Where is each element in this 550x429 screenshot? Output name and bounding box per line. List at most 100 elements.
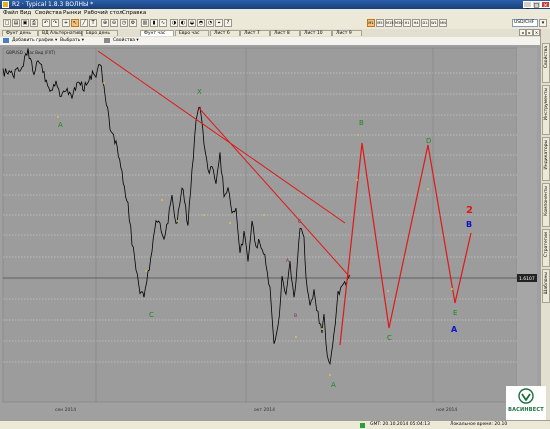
title-bar: R2 · Typical 1.8.3 ВОЛНЫ * _ □ ×: [0, 0, 550, 9]
timeframe-button-m5[interactable]: M5: [376, 19, 384, 27]
cursor-icon[interactable]: ⌖: [215, 19, 223, 27]
text-icon[interactable]: T: [89, 19, 97, 27]
bar-chart-icon[interactable]: ▥: [141, 19, 149, 27]
timeframe-mn-icon[interactable]: ◔: [206, 19, 214, 27]
marker-dot: [57, 116, 59, 118]
line-icon[interactable]: ╱: [80, 19, 88, 27]
add-chart-button[interactable]: Добавить график ▾: [12, 38, 57, 43]
x-label-oct: окт 2014: [254, 407, 275, 413]
dock-tab-label: Шаблоны: [544, 272, 549, 295]
pointer-icon[interactable]: ↖: [71, 19, 79, 27]
timeframe-button-w1[interactable]: W1: [430, 19, 438, 27]
tab-label: Евро час: [179, 31, 200, 36]
marker-dot: [329, 374, 331, 376]
price-tag-label: 1.6107: [519, 276, 535, 282]
currency-value: USD/CHF: [514, 20, 535, 25]
timeframe-button-mn[interactable]: MN: [439, 19, 447, 27]
marker-dot: [295, 336, 297, 338]
close-button[interactable]: ×: [541, 1, 550, 9]
redo-icon[interactable]: ↷: [51, 19, 59, 27]
minimize-button[interactable]: _: [523, 1, 532, 9]
menu-markets[interactable]: Рынки: [63, 10, 81, 16]
maximize-button[interactable]: □: [532, 1, 541, 9]
timeframe-button-h4[interactable]: H4: [412, 19, 420, 27]
timeframe-button-m30[interactable]: M30: [394, 19, 402, 27]
chevron-down-icon[interactable]: ▾: [539, 19, 547, 27]
timeframe-button-d1[interactable]: D1: [421, 19, 429, 27]
marker-dot: [203, 214, 205, 216]
wave-label-e: E: [453, 309, 457, 317]
wave-label-c: C: [149, 311, 154, 319]
tab-pound-hour[interactable]: Фунт час: [140, 30, 174, 36]
marker-dot: [357, 134, 359, 136]
marker-dot: [263, 214, 265, 216]
tab-sheet-10[interactable]: Лист 10: [300, 30, 332, 36]
open-icon[interactable]: ▤: [12, 19, 20, 27]
timeframe-button-m1[interactable]: M1: [367, 19, 375, 27]
tab-euro-hour[interactable]: Евро час: [175, 30, 209, 36]
plot-area: [2, 47, 518, 403]
tab-label: Лист 6: [214, 31, 230, 36]
wave-label-small-c: C: [298, 219, 301, 225]
zoom-out-icon[interactable]: ⊖: [110, 19, 118, 27]
dock-tab-indicators[interactable]: Индикаторы: [542, 137, 550, 181]
menu-view[interactable]: Вид: [20, 10, 31, 16]
save-icon[interactable]: ▣: [21, 19, 29, 27]
select-button[interactable]: Выбрать ▾: [60, 38, 84, 43]
timeframe-w1-icon[interactable]: ◓: [197, 19, 205, 27]
tab-sheet-8[interactable]: Лист 8: [270, 30, 300, 36]
timeframe-icon[interactable]: ◑: [170, 19, 178, 27]
marker-dot: [321, 328, 323, 330]
tab-sheet-9[interactable]: Лист 9: [332, 30, 362, 36]
logo-mark-icon: [518, 388, 534, 404]
marker-dot: [427, 188, 429, 190]
tab-pound-day[interactable]: Фунт день: [2, 30, 38, 36]
candle-chart-icon[interactable]: ▮: [150, 19, 158, 27]
line-chart-icon[interactable]: ∿: [159, 19, 167, 27]
settings-icon[interactable]: ⚙: [129, 19, 137, 27]
undo-icon[interactable]: ↶: [42, 19, 50, 27]
tab-sheet-6[interactable]: Лист 6: [210, 30, 240, 36]
chevron-right-icon[interactable]: ▸: [526, 29, 533, 36]
new-icon[interactable]: □: [3, 19, 11, 27]
properties-icon: [104, 38, 110, 43]
status-gmt: GMT: 20.10.2014 05:04:13: [370, 422, 430, 427]
period-icon[interactable]: ◷: [120, 19, 128, 27]
timeframe-button-h1[interactable]: H1: [403, 19, 411, 27]
tab-sheet-7[interactable]: Лист 7: [240, 30, 270, 36]
dock-tab-templates[interactable]: Шаблоны: [542, 269, 550, 303]
app-icon: [2, 1, 9, 8]
wave-label-b: B: [359, 119, 364, 127]
menu-help[interactable]: Справка: [122, 10, 146, 16]
tab-label: Лист 9: [336, 31, 352, 36]
marker-dot: [387, 290, 389, 292]
dock-tab-properties[interactable]: Свойства: [542, 43, 550, 83]
tab-label: Лист 10: [304, 31, 323, 36]
tab-label: Лист 8: [274, 31, 290, 36]
tab-vd-alternative[interactable]: ВД Альтернатива: [38, 30, 84, 36]
dock-tab-components[interactable]: Компоненты: [542, 183, 550, 227]
help-icon[interactable]: ?: [224, 19, 232, 27]
timeframe-d1-icon[interactable]: ◒: [188, 19, 196, 27]
print-icon[interactable]: ⎙: [30, 19, 38, 27]
dock-tab-strategies[interactable]: Стратегии: [542, 229, 550, 267]
crosshair-icon[interactable]: +: [62, 19, 70, 27]
menu-file[interactable]: Файл: [3, 10, 18, 16]
properties-button[interactable]: Свойства ▾: [113, 38, 139, 43]
wave-label-a: A: [331, 381, 336, 389]
logo-text: ВАСИНВЕСТ: [508, 407, 544, 413]
wave-label-a: A: [58, 121, 63, 129]
zoom-in-icon[interactable]: ⊕: [101, 19, 109, 27]
menu-workspace[interactable]: Рабочий стол: [84, 10, 123, 16]
dock-tab-tools[interactable]: Инструменты: [542, 85, 550, 135]
tab-euro-day[interactable]: Евро день: [82, 30, 118, 36]
price-chart[interactable]: GBPUSD · Час Вид (FXT) 1.6107 AXCBDCEAAB…: [0, 45, 540, 420]
marker-dot: [161, 199, 163, 201]
chevron-left-icon[interactable]: ◂: [519, 29, 526, 36]
connection-status-icon: [360, 423, 365, 428]
currency-select[interactable]: USD/CHF: [512, 19, 538, 27]
timeframe-button-m15[interactable]: M15: [385, 19, 393, 27]
close-tab-icon[interactable]: ×: [533, 29, 540, 36]
timeframe-h4-icon[interactable]: ◐: [179, 19, 187, 27]
menu-properties[interactable]: Свойства: [35, 10, 62, 16]
